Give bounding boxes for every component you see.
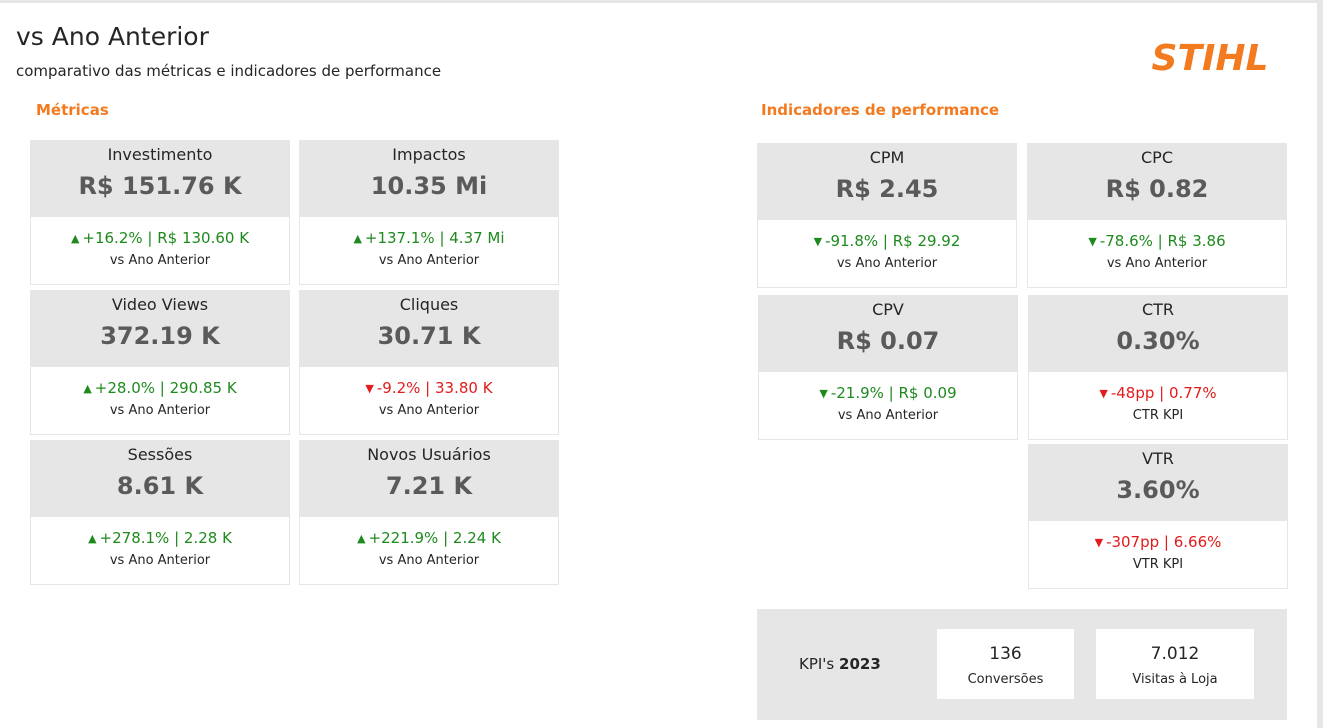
indicator-delta: ▼ -91.8% | R$ 29.92 xyxy=(813,232,961,250)
metric-label: Video Views xyxy=(111,295,209,314)
arrow-down-icon: ▼ xyxy=(813,235,823,248)
arrow-up-icon: ▲ xyxy=(70,232,80,245)
metric-card-cliques: Cliques 30.71 K ▼ -9.2% | 33.80 K vs Ano A… xyxy=(299,290,559,435)
metric-caption: vs Ano Anterior xyxy=(109,553,211,568)
metric-value: 8.61 K xyxy=(116,472,204,500)
kpi-label: Visitas à Loja xyxy=(1132,672,1218,687)
kpi-panel: KPI's 2023 136 Conversões 7.012 Visitas … xyxy=(757,609,1287,720)
indicadores-section-title: Indicadores de performance xyxy=(761,101,1000,119)
arrow-up-icon: ▲ xyxy=(83,382,92,395)
kpi-value: 136 xyxy=(989,644,1022,664)
indicator-caption: VTR KPI xyxy=(1132,557,1184,572)
indicator-value: 3.60% xyxy=(1116,476,1200,504)
indicator-delta: ▼ -21.9% | R$ 0.09 xyxy=(819,384,957,402)
page-subtitle: comparativo das métricas e indicadores d… xyxy=(16,62,442,80)
metric-caption: vs Ano Anterior xyxy=(378,253,480,268)
indicator-label: CPC xyxy=(1141,148,1173,167)
kpi-value: 7.012 xyxy=(1150,644,1200,664)
indicator-delta: ▼ -307pp | 6.66% xyxy=(1094,533,1222,551)
metric-delta: ▲ +221.9% | 2.24 K xyxy=(357,529,501,547)
metric-card-investimento: Investimento R$ 151.76 K ▲ +16.2% | R$ 130… xyxy=(30,140,290,285)
arrow-up-icon: ▲ xyxy=(353,232,362,245)
metric-value: 30.71 K xyxy=(377,322,481,350)
indicator-label: CTR xyxy=(1141,300,1175,319)
metric-delta: ▲ +137.1% | 4.37 Mi xyxy=(353,229,505,247)
metric-label: Novos Usuários xyxy=(367,445,491,464)
svg-text:STIHL: STIHL xyxy=(1152,38,1269,78)
indicator-card-ctr: CTR 0.30% ▼ -48pp | 0.77% CTR KPI xyxy=(1028,295,1288,440)
indicator-card-cpc: CPC R$ 0.82 ▼ -78.6% | R$ 3.86 vs Ano Ante… xyxy=(1027,143,1287,288)
indicator-value: R$ 0.07 xyxy=(836,327,940,355)
metric-label: Impactos xyxy=(392,145,466,164)
metric-value: 10.35 Mi xyxy=(370,172,488,200)
arrow-down-icon: ▼ xyxy=(1099,387,1108,400)
metric-delta: ▼ -9.2% | 33.80 K xyxy=(365,379,493,397)
arrow-down-icon: ▼ xyxy=(1094,536,1104,549)
indicator-value: 0.30% xyxy=(1116,327,1200,355)
metric-card-video-views: Video Views 372.19 K ▲ +28.0% | 290.85 K v… xyxy=(30,290,290,435)
indicator-label: VTR xyxy=(1142,449,1174,468)
top-border xyxy=(0,0,1323,3)
metric-delta: ▲ +16.2% | R$ 130.60 K xyxy=(70,229,250,247)
right-scroll-edge xyxy=(1317,0,1323,728)
metric-card-sessoes: Sessões 8.61 K ▲ +278.1% | 2.28 K vs Ano A… xyxy=(30,440,290,585)
arrow-up-icon: ▲ xyxy=(88,532,97,545)
arrow-up-icon: ▲ xyxy=(357,532,366,545)
indicator-caption: CTR KPI xyxy=(1132,408,1184,423)
metric-label: Cliques xyxy=(399,295,459,314)
arrow-down-icon: ▼ xyxy=(365,382,374,395)
metric-label: Sessões xyxy=(127,445,193,464)
indicator-label: CPM xyxy=(869,148,905,167)
indicator-caption: vs Ano Anterior xyxy=(1106,256,1208,271)
indicator-card-vtr: VTR 3.60% ▼ -307pp | 6.66% VTR KPI xyxy=(1028,444,1288,589)
metric-card-impactos: Impactos 10.35 Mi ▲ +137.1% | 4.37 Mi vs A… xyxy=(299,140,559,285)
metric-value: 372.19 K xyxy=(100,322,220,350)
indicator-caption: vs Ano Anterior xyxy=(836,256,938,271)
metric-delta: ▲ +28.0% | 290.85 K xyxy=(83,379,237,397)
indicator-label: CPV xyxy=(872,300,904,319)
metricas-section-title: Métricas xyxy=(36,101,109,119)
arrow-down-icon: ▼ xyxy=(1088,235,1097,248)
metric-label: Investimento xyxy=(107,145,213,164)
indicator-card-cpv: CPV R$ 0.07 ▼ -21.9% | R$ 0.09 vs Ano Ante… xyxy=(758,295,1018,440)
metric-value: 7.21 K xyxy=(385,472,473,500)
metric-delta: ▲ +278.1% | 2.28 K xyxy=(88,529,232,547)
metric-card-novos-usuarios: Novos Usuários 7.21 K ▲ +221.9% | 2.24 K v… xyxy=(299,440,559,585)
indicator-caption: vs Ano Anterior xyxy=(837,408,939,423)
indicator-value: R$ 2.45 xyxy=(835,175,939,203)
indicator-value: R$ 0.82 xyxy=(1105,175,1209,203)
kpi-title: KPI's 2023 xyxy=(799,655,881,673)
metric-caption: vs Ano Anterior xyxy=(378,553,480,568)
indicator-delta: ▼ -48pp | 0.77% xyxy=(1099,384,1217,402)
kpi-label: Conversões xyxy=(967,672,1044,687)
metric-value: R$ 151.76 K xyxy=(78,172,242,200)
kpi-conversoes: 136 Conversões xyxy=(937,629,1074,699)
indicator-card-cpm: CPM R$ 2.45 ▼ -91.8% | R$ 29.92 vs Ano Ant… xyxy=(757,143,1017,288)
metric-caption: vs Ano Anterior xyxy=(109,403,211,418)
page-title: vs Ano Anterior xyxy=(16,22,209,51)
metric-caption: vs Ano Anterior xyxy=(109,253,211,268)
indicator-delta: ▼ -78.6% | R$ 3.86 xyxy=(1088,232,1226,250)
metric-caption: vs Ano Anterior xyxy=(378,403,480,418)
kpi-visitas-loja: 7.012 Visitas à Loja xyxy=(1096,629,1254,699)
arrow-down-icon: ▼ xyxy=(819,387,828,400)
stihl-logo: STIHL xyxy=(1152,38,1269,78)
